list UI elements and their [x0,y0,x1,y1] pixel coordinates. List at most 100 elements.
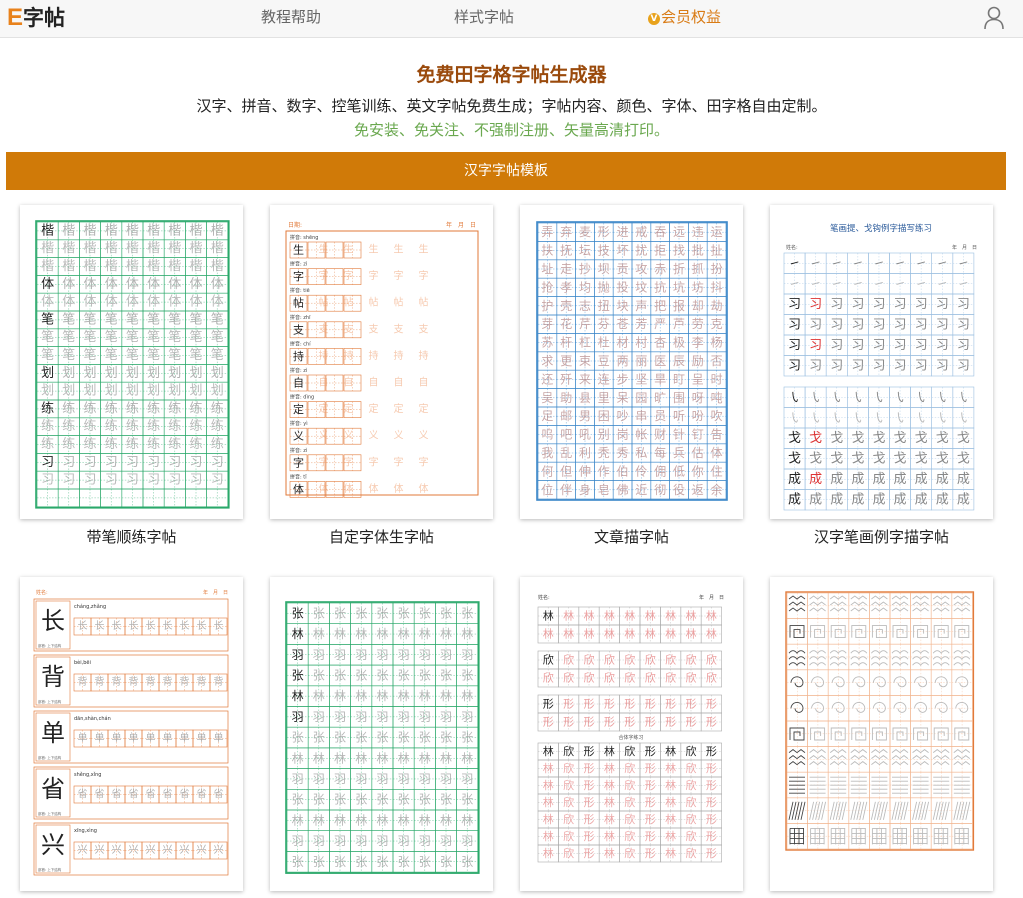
trace-char: 声 [635,299,647,313]
control-pattern [891,595,909,612]
trace-char: 长 [129,620,139,632]
stroke-mark: ㇀ [789,277,801,291]
template-card[interactable]: 姓名: 年 月 日长部首: 上下结构 cháng,zhǎng 长长长长长长长长长背部首… [20,577,243,893]
combo-char: 欣 [686,846,697,860]
trace-char: 每 [654,445,666,460]
stroke-mark: ㇀ [852,277,864,291]
template-card[interactable] [770,577,993,893]
control-pattern [953,776,970,794]
practice-char: 习 [211,455,224,470]
trace-char: 利 [579,446,591,460]
control-pattern [850,801,868,820]
trace-char: 芹 [579,317,591,331]
practice-char: 羽 [419,772,431,786]
trace-char: 壳 [560,299,572,313]
template-card[interactable]: 楷楷楷楷楷楷楷楷楷楷楷楷楷楷楷楷楷楷楷楷楷楷楷楷楷楷楷体体体体体体体体体体体体体… [20,205,243,546]
template-caption[interactable]: 带笔顺练字帖 [20,526,243,547]
nav-tutorial-link[interactable]: 教程帮助 [261,7,321,27]
trace-char: 困 [598,409,610,423]
control-pattern [790,701,804,713]
template-caption[interactable]: 文章描字帖 [520,526,743,547]
pinyin-label: 拼音: zhī [290,314,311,321]
practice-char: 张 [461,793,473,807]
trace-char: 兴 [95,844,105,856]
control-pattern [933,827,949,845]
trace-char: 单 [163,732,173,744]
practice-char: 林 [419,813,431,827]
template-caption[interactable]: 汉字笔画例字描字帖 [770,526,993,547]
trace-char: 体 [344,483,354,495]
practice-char: 林 [440,813,452,827]
template-thumbnail[interactable]: 姓名: 年 月 日林林林林林林林林林林林林林林林林林林欣欣欣欣欣欣欣欣欣欣欣欣欣欣… [520,577,743,891]
trace-char: 坟 [635,280,647,294]
trace-char: 吼 [579,428,591,442]
big-char: 单 [41,719,65,747]
template-card[interactable]: 日期: 年 月 日拼音: shēng 生生生生生生拼音: zì 字字字字字字拼音: t… [270,205,493,546]
template-thumbnail[interactable]: 张张张张张张张张张林林林林林林林林林羽羽羽羽羽羽羽羽羽张张张张张张张张张林林林林… [270,577,493,891]
nav-styles-link[interactable]: 样式字帖 [454,7,514,27]
template-thumbnail[interactable]: 弄弃麦形进戒吞远违运扶抚坛技坏扰拒找批扯址走抄坝贡攻赤折抓扮抢孝均抛投坟抗坑坊抖… [520,205,743,519]
control-pattern [953,801,971,820]
trace-char: 帖 [319,296,329,309]
practice-char: 形 [686,716,697,729]
practice-char: 羽 [376,710,388,724]
practice-char: 楷 [62,259,75,274]
template-thumbnail[interactable] [770,577,993,891]
combo-char: 欣 [624,795,635,809]
practice-char: 习 [788,297,801,312]
logo[interactable]: E字帖 [7,4,65,32]
trace-char: 定 [419,402,429,415]
control-pattern [871,595,888,612]
trace-char: 背 [129,675,139,688]
practice-char: 体 [211,295,224,310]
template-card[interactable]: 姓名: 年 月 日林林林林林林林林林林林林林林林林林林欣欣欣欣欣欣欣欣欣欣欣欣欣欣… [520,577,743,893]
practice-char: 张 [292,668,304,682]
practice-char: 体 [211,277,224,292]
template-card[interactable]: 弄弃麦形进戒吞远违运扶抚坛技坏扰拒找批扯址走抄坝贡攻赤折抓扮抢孝均抛投坟抗坑坊抖… [520,205,743,546]
trace-char: 弄 [541,225,553,239]
practice-char: 林 [398,627,410,641]
trace-char: 体 [319,483,329,495]
nav-vip-link[interactable]: V 会员权益 [648,7,721,27]
trace-char: 听 [673,409,685,423]
combo-char: 林 [665,778,676,792]
trace-char: 你 [692,464,704,478]
practice-char: 林 [440,751,452,765]
trace-char: 省 [197,787,207,800]
template-thumbnail[interactable]: 楷楷楷楷楷楷楷楷楷楷楷楷楷楷楷楷楷楷楷楷楷楷楷楷楷楷楷体体体体体体体体体体体体体… [20,205,243,519]
practice-char: 体 [83,295,96,310]
trace-char: 材 [617,336,629,350]
trace-char: 字 [419,269,429,282]
practice-char: 张 [313,855,325,869]
practice-char: 习 [147,473,160,488]
practice-char: 戈 [894,431,907,446]
user-icon[interactable] [983,5,1005,31]
trace-char: 告 [711,428,723,442]
practice-char: 林 [376,751,388,765]
template-thumbnail[interactable]: 日期: 年 月 日拼音: shēng 生生生生生生拼音: zì 字字字字字字拼音: t… [270,205,493,519]
trace-char: 抄 [579,262,591,276]
practice-char: 习 [830,317,843,332]
practice-char: 体 [126,295,139,310]
practice-char: 张 [419,855,431,869]
template-card[interactable]: 张张张张张张张张张林林林林林林林林林羽羽羽羽羽羽羽羽羽张张张张张张张张张林林林林… [270,577,493,893]
template-caption[interactable]: 自定字体生字帖 [270,526,493,547]
practice-char: 欣 [665,653,676,667]
template-thumbnail[interactable]: 笔画提、戈钩例字描写练习 姓名: 年 月 日㇀㇀㇀㇀㇀㇀㇀㇀㇀㇀㇀㇀㇀㇀㇀㇀㇀㇀习习… [770,205,993,519]
trace-char: 持 [419,349,429,362]
trace-char: 字 [394,269,404,282]
control-pattern [829,595,847,612]
practice-char: 林 [313,751,325,765]
template-thumbnail[interactable]: 姓名: 年 月 日长部首: 上下结构 cháng,zhǎng 长长长长长长长长长背部首… [20,577,243,891]
practice-char: 练 [105,437,118,452]
trace-char: 伶 [635,464,647,478]
trace-char: 别 [598,428,610,442]
template-card[interactable]: 笔画提、戈钩例字描写练习 姓名: 年 月 日㇀㇀㇀㇀㇀㇀㇀㇀㇀㇀㇀㇀㇀㇀㇀㇀㇀㇀习习… [770,205,993,546]
control-pattern [912,801,930,820]
practice-char: 习 [105,473,118,488]
control-pattern [914,676,928,688]
stroke-mark: ㇀ [810,256,822,270]
practice-char: 形 [624,698,635,711]
practice-char: 张 [292,731,304,745]
trace-char: 扭 [598,299,610,313]
